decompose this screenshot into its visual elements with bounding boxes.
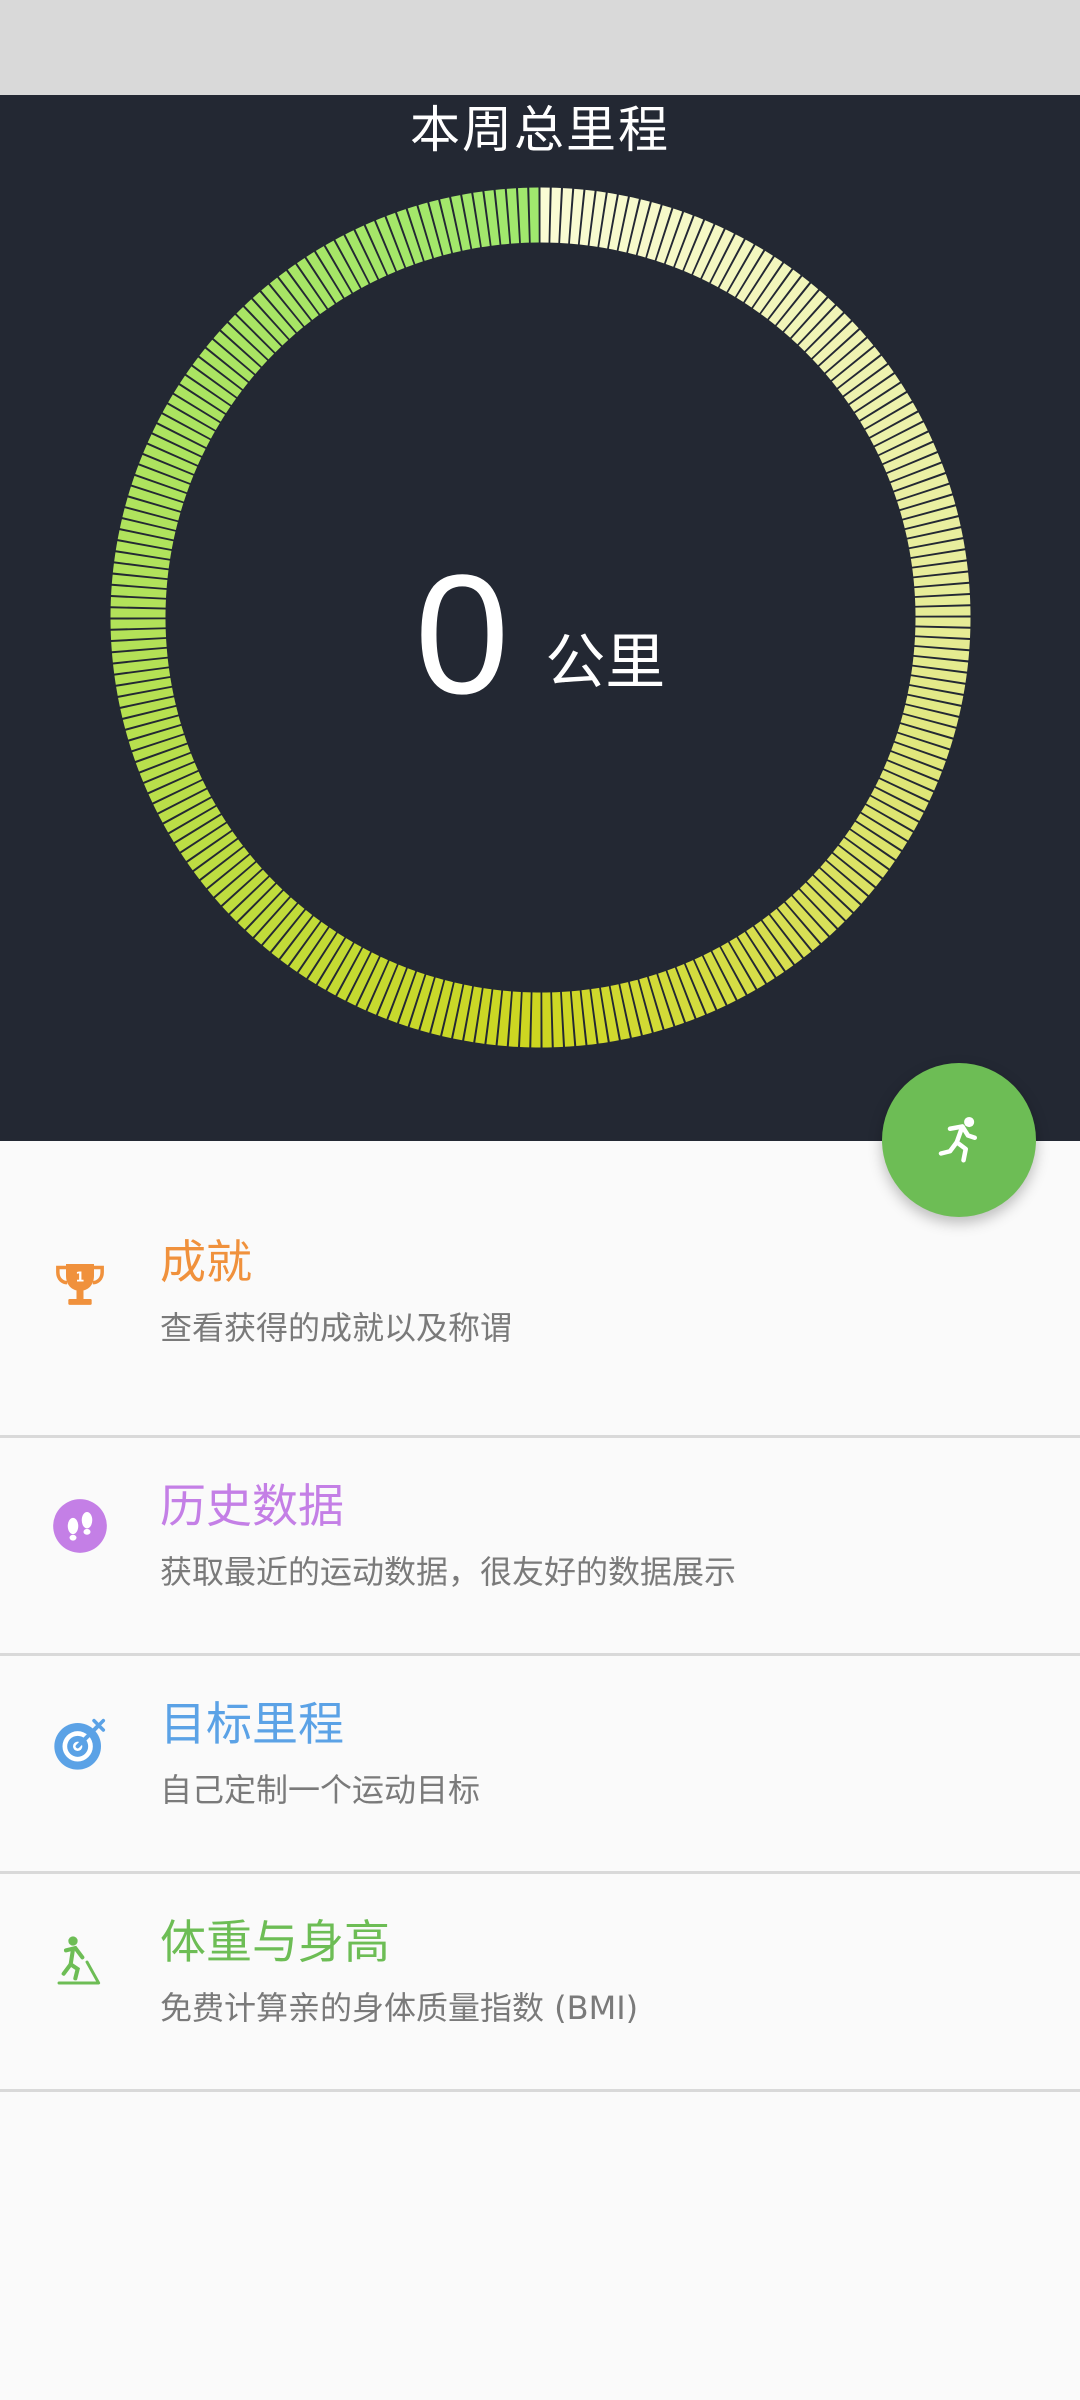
page-title: 本周总里程: [410, 101, 670, 159]
ring-segment: [531, 992, 541, 1048]
distance-readout: 0 公里: [0, 545, 1080, 725]
trophy-icon: 1: [52, 1257, 108, 1313]
menu-item-title: 目标里程: [160, 1697, 344, 1751]
distance-value: 0: [414, 540, 510, 730]
ring-segment: [552, 991, 564, 1048]
ring-segment: [506, 188, 520, 244]
menu-item-description: 自己定制一个运动目标: [160, 1771, 481, 1809]
menu-item-bmi[interactable]: 体重与身高 免费计算亲的身体质量指数 (BMI): [0, 1874, 1080, 2092]
ring-segment: [520, 992, 531, 1048]
ring-segment: [529, 187, 539, 243]
ring-segment: [560, 188, 573, 244]
ring-segment: [561, 991, 575, 1047]
svg-text:1: 1: [76, 1271, 85, 1286]
ring-segment: [542, 992, 552, 1048]
menu-item-history[interactable]: 历史数据 获取最近的运动数据，很友好的数据展示: [0, 1438, 1080, 1656]
menu-item-description: 获取最近的运动数据，很友好的数据展示: [160, 1553, 737, 1591]
ring-segment: [540, 187, 550, 243]
target-icon: [52, 1716, 108, 1772]
menu-item-title: 历史数据: [160, 1479, 344, 1533]
feature-menu: 1 成就 查看获得的成就以及称谓 历史数据 获取最近的运动数据，很友好的数据展示: [0, 1141, 1080, 2092]
status-bar: [0, 0, 1080, 95]
menu-item-description: 免费计算亲的身体质量指数 (BMI): [160, 1989, 639, 2027]
ring-segment: [517, 187, 529, 244]
ring-segment: [550, 187, 561, 243]
scale-person-icon: [52, 1934, 108, 1990]
footprints-icon: [52, 1498, 108, 1554]
menu-item-title: 成就: [160, 1235, 252, 1289]
menu-item-description: 查看获得的成就以及称谓: [160, 1309, 513, 1347]
ring-segment: [508, 991, 521, 1047]
menu-item-goal[interactable]: 目标里程 自己定制一个运动目标: [0, 1656, 1080, 1874]
distance-unit: 公里: [545, 628, 666, 698]
weekly-distance-panel: 本周总里程 0 公里: [0, 95, 1080, 1141]
menu-item-title: 体重与身高: [160, 1915, 390, 1969]
menu-item-achievements[interactable]: 1 成就 查看获得的成就以及称谓: [0, 1207, 1080, 1438]
